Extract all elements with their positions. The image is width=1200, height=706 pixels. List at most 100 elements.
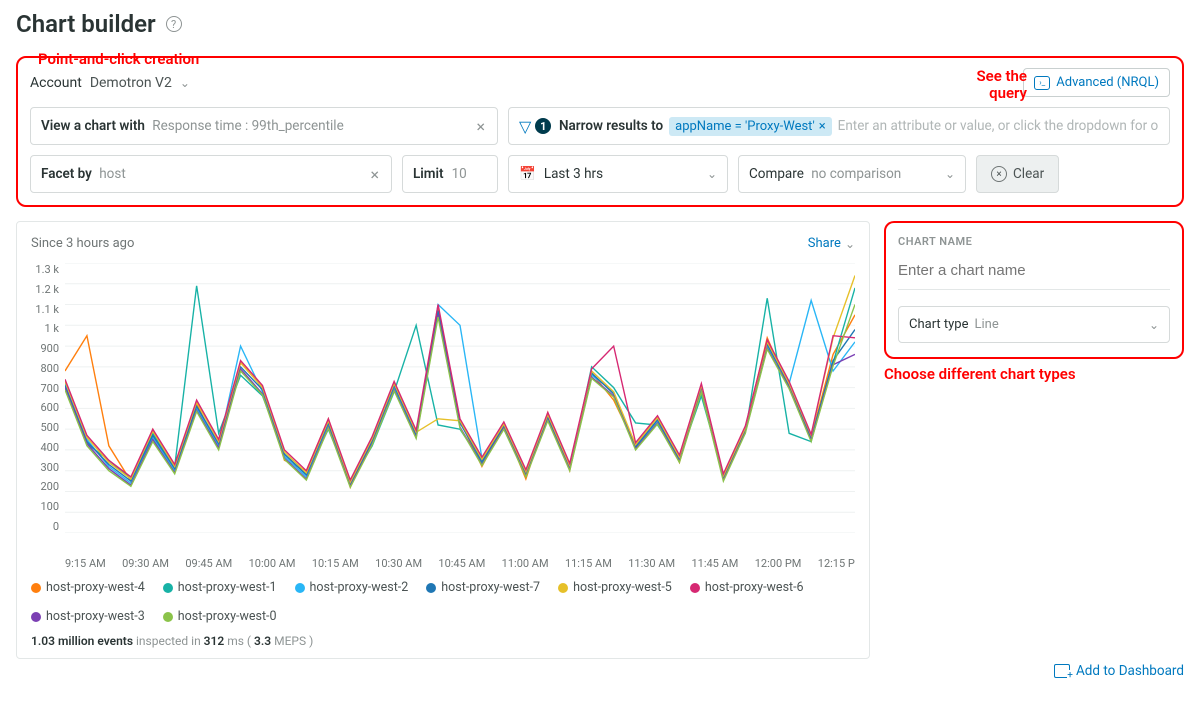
x-tick: 11:15 AM xyxy=(565,557,612,570)
y-tick: 300 xyxy=(31,461,59,474)
advanced-label: Advanced (NRQL) xyxy=(1056,75,1159,90)
legend-label: host-proxy-west-2 xyxy=(310,580,409,595)
facet-value: host xyxy=(99,166,126,182)
since-label: Since 3 hours ago xyxy=(31,236,134,251)
clear-icon: × xyxy=(991,166,1007,182)
view-prefix: View a chart with xyxy=(41,118,145,134)
page-title: Chart builder xyxy=(16,10,156,38)
legend-color-dot xyxy=(31,583,41,593)
chevron-down-icon: ⌄ xyxy=(707,167,717,181)
view-value: Response time : 99th_percentile xyxy=(152,118,343,134)
y-tick: 400 xyxy=(31,441,59,454)
y-tick: 100 xyxy=(31,500,59,513)
chart-type-prefix: Chart type xyxy=(909,317,969,332)
filter-icon: ▽ xyxy=(519,117,531,136)
y-tick: 700 xyxy=(31,382,59,395)
legend-label: host-proxy-west-5 xyxy=(573,580,672,595)
chart-panel: Since 3 hours ago Share ⌄ 1.3 k1.2 k1.1 … xyxy=(16,221,870,659)
legend-color-dot xyxy=(558,583,568,593)
legend-color-dot xyxy=(690,583,700,593)
facet-prefix: Facet by xyxy=(41,166,92,182)
account-selector[interactable]: Account Demotron V2 ⌄ xyxy=(30,75,190,91)
compare-prefix: Compare xyxy=(749,166,804,182)
add-to-dashboard-button[interactable]: Add to Dashboard xyxy=(884,663,1184,679)
clear-facet-icon[interactable]: × xyxy=(368,165,381,184)
line-chart: 1.3 k1.2 k1.1 k1 k9008007006005004003002… xyxy=(31,263,855,553)
legend-label: host-proxy-west-6 xyxy=(705,580,804,595)
filter-count-badge: 1 xyxy=(535,118,551,134)
clear-button[interactable]: × Clear xyxy=(976,155,1059,193)
x-tick: 10:00 AM xyxy=(249,557,296,570)
y-tick: 1.3 k xyxy=(31,263,59,276)
chevron-down-icon: ⌄ xyxy=(945,167,955,181)
narrow-placeholder: Enter an attribute or value, or click th… xyxy=(838,118,1159,134)
chart-config-panel: CHART NAME Chart type Line ⌄ xyxy=(884,221,1184,359)
query-builder-panel: See the query Account Demotron V2 ⌄ ›_ A… xyxy=(16,56,1184,207)
legend-item[interactable]: host-proxy-west-4 xyxy=(31,580,145,595)
legend-color-dot xyxy=(163,583,173,593)
y-tick: 200 xyxy=(31,480,59,493)
y-tick: 1 k xyxy=(31,322,59,335)
chart-type-value: Line xyxy=(975,317,999,332)
compare-field[interactable]: Compare no comparison ⌄ xyxy=(738,155,966,193)
x-tick: 10:30 AM xyxy=(375,557,422,570)
legend-item[interactable]: host-proxy-west-0 xyxy=(163,609,277,624)
query-stats: 1.03 million events inspected in 312 ms … xyxy=(31,634,855,648)
narrow-results-field[interactable]: ▽ 1 Narrow results to appName = 'Proxy-W… xyxy=(508,107,1170,145)
x-tick: 11:45 AM xyxy=(691,557,738,570)
filter-chip-text: appName = 'Proxy-West' xyxy=(675,119,815,134)
x-tick: 11:30 AM xyxy=(628,557,675,570)
advanced-nrql-button[interactable]: ›_ Advanced (NRQL) xyxy=(1023,68,1170,97)
legend-color-dot xyxy=(163,612,173,622)
share-button[interactable]: Share ⌄ xyxy=(808,236,855,251)
legend-label: host-proxy-west-0 xyxy=(178,609,277,624)
dashboard-icon xyxy=(1054,664,1070,678)
account-label: Account xyxy=(30,75,82,91)
chevron-down-icon: ⌄ xyxy=(180,76,190,90)
annotation-see-query: See the query xyxy=(976,68,1027,101)
legend-item[interactable]: host-proxy-west-1 xyxy=(163,580,277,595)
limit-field[interactable]: Limit 10 xyxy=(402,155,498,193)
compare-value: no comparison xyxy=(811,166,901,182)
y-tick: 1.1 k xyxy=(31,303,59,316)
time-range-field[interactable]: 📅 Last 3 hrs ⌄ xyxy=(508,155,728,193)
legend-color-dot xyxy=(426,583,436,593)
y-tick: 600 xyxy=(31,401,59,414)
clear-view-icon[interactable]: × xyxy=(474,117,487,136)
filter-chip[interactable]: appName = 'Proxy-West' × xyxy=(669,117,832,136)
legend-label: host-proxy-west-4 xyxy=(46,580,145,595)
limit-value: 10 xyxy=(452,166,467,182)
chevron-down-icon: ⌄ xyxy=(1149,318,1159,332)
legend-color-dot xyxy=(295,583,305,593)
legend-color-dot xyxy=(31,612,41,622)
calendar-icon: 📅 xyxy=(519,166,536,182)
help-icon[interactable]: ? xyxy=(166,16,182,32)
remove-chip-icon[interactable]: × xyxy=(819,119,826,134)
legend-item[interactable]: host-proxy-west-7 xyxy=(426,580,540,595)
terminal-icon: ›_ xyxy=(1034,76,1050,90)
y-tick: 900 xyxy=(31,342,59,355)
x-tick: 10:45 AM xyxy=(438,557,485,570)
clear-label: Clear xyxy=(1013,166,1044,182)
chevron-down-icon: ⌄ xyxy=(845,237,855,251)
chart-type-selector[interactable]: Chart type Line ⌄ xyxy=(898,306,1170,343)
y-tick: 800 xyxy=(31,362,59,375)
narrow-prefix: Narrow results to xyxy=(559,118,663,134)
x-tick: 12:00 PM xyxy=(755,557,802,570)
x-tick: 10:15 AM xyxy=(312,557,359,570)
x-tick: 09:30 AM xyxy=(122,557,169,570)
legend-item[interactable]: host-proxy-west-6 xyxy=(690,580,804,595)
chart-name-label: CHART NAME xyxy=(898,235,1170,248)
legend-item[interactable]: host-proxy-west-3 xyxy=(31,609,145,624)
account-value: Demotron V2 xyxy=(90,75,172,91)
chart-name-input[interactable] xyxy=(898,256,1170,290)
x-tick: 9:15 AM xyxy=(65,557,106,570)
x-tick: 09:45 AM xyxy=(185,557,232,570)
legend-label: host-proxy-west-3 xyxy=(46,609,145,624)
legend-item[interactable]: host-proxy-west-2 xyxy=(295,580,409,595)
y-tick: 0 xyxy=(31,520,59,533)
view-chart-field[interactable]: View a chart with Response time : 99th_p… xyxy=(30,107,498,145)
facet-field[interactable]: Facet by host × xyxy=(30,155,392,193)
legend-label: host-proxy-west-1 xyxy=(178,580,277,595)
legend-item[interactable]: host-proxy-west-5 xyxy=(558,580,672,595)
